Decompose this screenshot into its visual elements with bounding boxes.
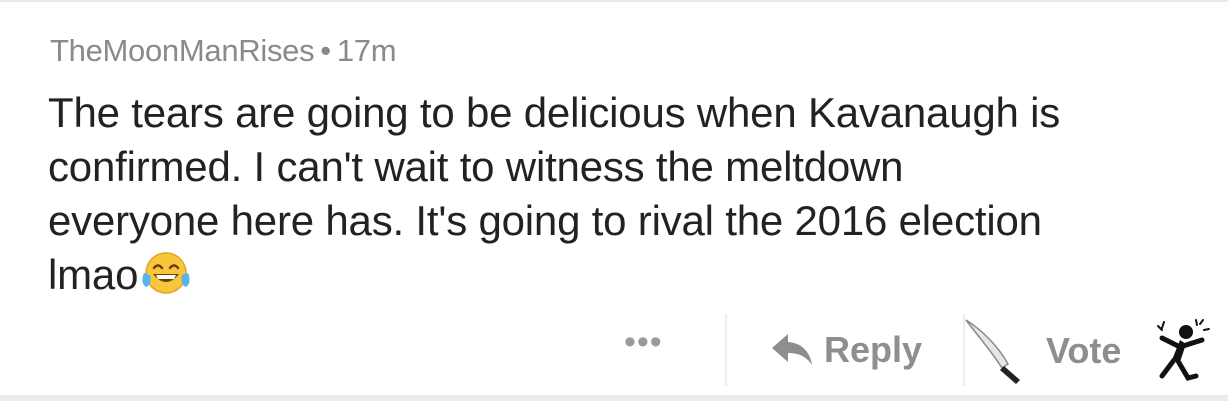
vote-label: Vote	[1046, 330, 1122, 371]
comment-meta: TheMoonManRises • 17m	[50, 33, 397, 69]
comment-line-1: The tears are going to be delicious when…	[48, 89, 1061, 136]
tears-of-joy-emoji-icon	[140, 251, 192, 308]
knife-icon[interactable]	[962, 316, 1026, 391]
comment-line-4: lmao	[48, 248, 1208, 308]
meta-separator: •	[320, 33, 331, 68]
author-name[interactable]: TheMoonManRises	[50, 33, 315, 68]
bottom-divider	[0, 395, 1228, 401]
comment-line-2: confirmed. I can't wait to witness the m…	[48, 143, 904, 190]
reply-arrow-icon	[770, 332, 814, 368]
comment-line-3: everyone here has. It's going to rival t…	[48, 197, 1042, 244]
comment-age: 17m	[336, 33, 397, 68]
dancing-figure-icon[interactable]	[1150, 318, 1212, 391]
top-divider	[0, 0, 1228, 2]
comment-line-4-text: lmao	[48, 251, 139, 298]
action-divider	[725, 314, 727, 386]
comment-actions: ••• Reply Vote	[0, 310, 1228, 390]
reply-label: Reply	[824, 329, 923, 370]
comment-card: TheMoonManRises • 17m The tears are going …	[0, 0, 1228, 401]
reply-button[interactable]: Reply	[770, 328, 922, 372]
more-options-button[interactable]: •••	[624, 325, 663, 359]
comment-body: The tears are going to be delicious when…	[48, 86, 1208, 308]
